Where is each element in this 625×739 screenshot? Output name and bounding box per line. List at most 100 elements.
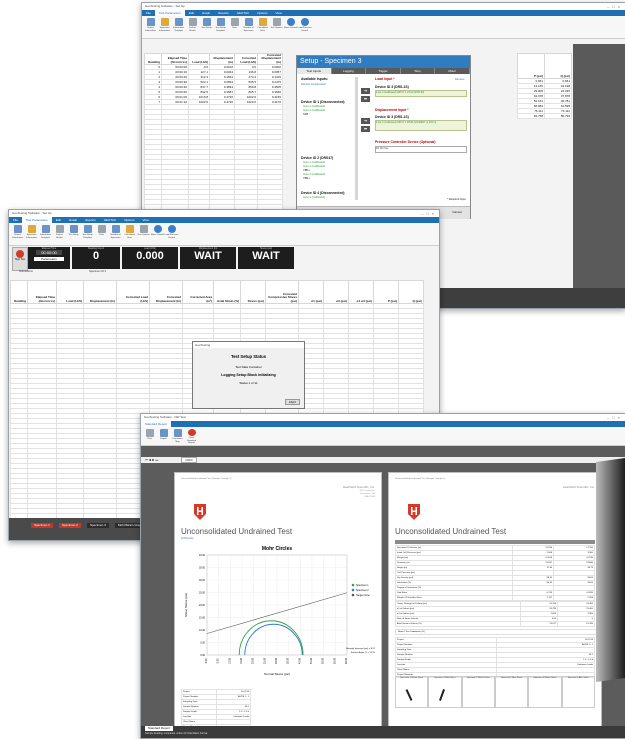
column-header[interactable]: Displacement (in) [83,280,117,304]
load-pressure-control-button[interactable]: Load/Pressure Control [164,224,179,241]
tab-specimen-3[interactable]: Specimen 3 [87,523,109,528]
zoom-select[interactable]: 100% [181,457,197,463]
column-header[interactable]: P (psi) [373,280,399,304]
column-header[interactable]: Axial Strain (%) [213,280,241,304]
stop-test-button[interactable]: Stop Test [12,247,28,271]
menu-edit[interactable]: Edit [52,217,65,223]
device2-input4[interactable]: Input 3 (Calibrated) [303,173,325,176]
menu-edit[interactable]: Edit [185,10,198,16]
device2-input1[interactable]: Input 1 (Calibrated) [303,161,325,164]
column-header[interactable]: Corrected Displacement (in) [149,280,183,304]
test-options-button[interactable]: Test Options [137,224,150,241]
col-load[interactable]: Load (LbS) [188,52,210,66]
tab-logging[interactable]: Logging [331,68,367,74]
device1-label[interactable]: Device ID 1 (Disconnected) [301,100,345,104]
arrow-right-icon[interactable]: ➜ [361,88,370,94]
column-header[interactable]: Load (LbS) [56,280,84,304]
arrow-left-icon[interactable]: ⬅ [361,96,370,102]
cancel-button[interactable]: Cancel [447,209,467,215]
project-information-button[interactable]: Project Information [11,224,24,241]
load-pressure-control-button[interactable]: Load/Pressure Control [297,17,312,34]
column-header[interactable]: Elapsed Time (hh:mm:ss) [27,280,57,304]
calculated-units-button[interactable]: Calculated Units [123,224,136,241]
col-q[interactable]: Q (psi) [544,53,572,79]
menu-options[interactable]: Options [253,10,271,16]
menu-graph[interactable]: Graph [198,10,214,16]
displacement-input-select[interactable]: Input 0 (Calibrated) INPUT 2 DISPLACEMEN… [375,120,467,131]
menu-reports[interactable]: Reports [81,217,100,223]
specimen-information-button[interactable]: Specimen Information [158,17,171,34]
number-of-specimen-button[interactable]: Number of Specimen [242,17,255,34]
tab-test-inputs[interactable]: Test Inputs [297,68,332,74]
pressure-controller-select[interactable]: Do Not Use [375,146,467,153]
menu-view[interactable]: View [272,10,286,16]
device2-input2[interactable]: Input 2 (Calibrated) [303,165,325,168]
column-header[interactable]: σ1 (psi) [298,280,324,304]
move-control-button[interactable]: Move Control [151,224,164,241]
print-button[interactable]: Print [143,428,156,445]
clear-load-input[interactable]: Remove [455,78,465,81]
project-information-button[interactable]: Project Information [144,17,157,34]
inputs-scrollbar[interactable] [355,77,358,200]
menu-geotac[interactable]: GEOTAC [233,10,253,16]
menu-graph[interactable]: Graph [65,217,81,223]
test-setup-button[interactable]: Test Setup [200,17,213,34]
tab-standard-report-bottom[interactable]: Standard Report [145,726,174,731]
refresh-configuration-link[interactable]: Refresh Configuration [301,83,326,86]
device2-input5[interactable]: VIB1x [303,177,310,180]
column-header[interactable]: Corrected Compressive Stress (psi) [265,280,299,304]
information-template-button[interactable]: Information Template [172,17,185,34]
menu-options[interactable]: Options [120,217,138,223]
first-page-icon[interactable]: ⏮ ◀ ▶ ⏭ [145,458,158,462]
data-button[interactable]: Data [228,17,241,34]
device1-input3[interactable]: SR8 [303,113,308,116]
menu-file[interactable]: File [142,10,155,16]
window-controls[interactable]: –□× [607,3,623,10]
close-report-button[interactable]: Close Standard Report [185,428,198,445]
data-button[interactable]: Data [95,224,108,241]
column-header[interactable]: Stress (psi) [240,280,266,304]
device1-input2[interactable]: Input 2 (Calibrated) [303,109,325,112]
device2-input3[interactable]: VIB1x [303,169,310,172]
tab-specimen-1[interactable]: Specimen 1 [31,523,53,528]
move-control-button[interactable]: Move Control [284,17,297,34]
tab-trigger[interactable]: Trigger [366,68,401,74]
tab-standard-report[interactable]: Standard Report [141,421,172,427]
window-controls[interactable]: –□× [607,414,623,421]
device4-input1[interactable]: Input 1 (Calibrated) [303,196,325,199]
menu-view[interactable]: View [139,217,153,223]
menu-reports[interactable]: Reports [214,10,233,16]
menu-geotac[interactable]: GEOTAC [100,217,120,223]
column-header[interactable]: Corrected Load (LbS) [116,280,150,304]
parameters-dropdown[interactable]: Parameters [34,257,64,261]
information-template-button[interactable]: Information Template [39,224,52,241]
abort-button[interactable]: Abort [284,399,300,405]
document-map-button[interactable]: Document Map [171,428,184,445]
menu-test-parameters[interactable]: Test Parameters [154,10,185,16]
failure-sketch-button[interactable]: Failure Sketch [53,224,66,241]
column-header[interactable]: σ3 (psi) [323,280,349,304]
col-corrected-displacement[interactable]: Corrected Displacement (in) [257,52,283,66]
column-header[interactable]: Reading [10,280,28,304]
col-corrected-load[interactable]: Corrected Load (LbS) [234,52,258,66]
arrow-right-icon[interactable]: ➜ [361,118,370,124]
menu-test-parameters[interactable]: Test Parameters [21,217,52,223]
col-p[interactable]: P (psi) [517,53,545,79]
tab-stop[interactable]: Stop [400,68,436,74]
test-setup-template-button[interactable]: Test Setup Template [81,224,94,241]
table-row[interactable]: 84.768 80.799 [517,113,572,119]
tab-specimen-2[interactable]: Specimen 2 [59,523,81,528]
failure-sketch-button[interactable]: Failure Sketch [186,17,199,34]
arrow-left-icon[interactable]: ⬅ [361,126,370,132]
col-elapsed[interactable]: Elapsed Time (hh:mm:ss) [161,52,189,66]
tab-motor[interactable]: Motor [435,68,470,74]
column-header[interactable]: σ1 σ3 (psi) [348,280,374,304]
col-reading[interactable]: Reading [144,52,162,66]
window-controls[interactable]: –□× [421,210,437,217]
column-header[interactable]: Q (psi) [398,280,424,304]
test-setup-template-button[interactable]: Test Setup Template [214,17,227,34]
column-header[interactable]: Corrected Area (in²) [182,280,214,304]
device2-label[interactable]: Device ID 2 (DRS47) [301,156,333,160]
test-options-button[interactable]: Test Options [270,17,283,34]
device1-input1[interactable]: Input 1 (Calibrated) [303,105,325,108]
